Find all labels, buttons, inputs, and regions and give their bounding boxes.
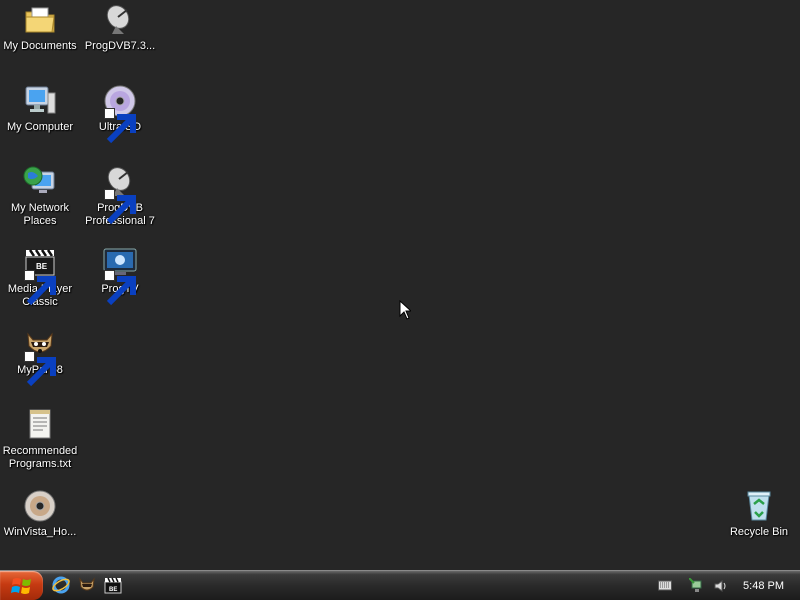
raccoon-icon — [22, 326, 58, 387]
desktop-icon-media-player-classic[interactable]: BE Media Player Classic — [0, 245, 80, 309]
desktop-icon-label: Recycle Bin — [729, 526, 789, 538]
desktop-icon-winvista[interactable]: WinVista_Ho... — [0, 488, 80, 539]
mypal-icon[interactable] — [78, 576, 96, 594]
disc-icon — [102, 83, 138, 144]
start-button[interactable] — [0, 571, 43, 600]
desktop-icon-progdvb73[interactable]: ProgDVB7.3... — [80, 2, 160, 53]
text-file-icon — [22, 407, 58, 443]
desktop-icon-label: My Documents — [3, 40, 77, 52]
satellite-dish-icon — [102, 2, 138, 38]
keyboard-icon[interactable] — [658, 579, 672, 591]
desktop-icon-label: My Computer — [6, 121, 74, 133]
clapperboard-icon: BE — [22, 245, 58, 306]
network-globe-icon — [22, 164, 58, 200]
shortcut-arrow-icon — [24, 270, 56, 306]
quick-launch-bar: BE — [52, 576, 122, 594]
desktop-icon-my-network-places[interactable]: My Network Places — [0, 164, 80, 228]
folder-documents-icon — [22, 2, 58, 38]
satellite-dish-icon — [102, 164, 138, 225]
recycle-bin-icon — [741, 488, 777, 524]
desktop-icon-my-documents[interactable]: My Documents — [0, 2, 80, 53]
shortcut-arrow-icon — [104, 270, 136, 306]
svg-text:BE: BE — [109, 587, 117, 593]
internet-explorer-icon[interactable] — [52, 576, 70, 594]
taskbar: BE 5:48 PM — [0, 570, 800, 600]
taskbar-clock[interactable]: 5:48 PM — [743, 580, 784, 592]
mouse-pointer-icon — [399, 300, 411, 320]
system-tray: 5:48 PM — [689, 571, 800, 600]
desktop: My Documents ProgDVB7.3... My Computer U… — [0, 0, 800, 570]
desktop-icon-recommended-programs[interactable]: Recommended Programs.txt — [0, 407, 80, 471]
desktop-icon-my-computer[interactable]: My Computer — [0, 83, 80, 134]
desktop-icon-progdvb-professional[interactable]: ProgDVB Professional 7 — [80, 164, 160, 228]
windows-logo-icon — [10, 577, 31, 594]
desktop-icon-progtv[interactable]: ProgTV — [80, 245, 160, 306]
desktop-icon-mypal[interactable]: MyPal 68 — [0, 326, 80, 387]
desktop-icon-label: WinVista_Ho... — [3, 526, 77, 538]
desktop-icon-label: My Network Places — [10, 202, 70, 227]
computer-icon — [22, 83, 58, 119]
shortcut-arrow-icon — [104, 108, 136, 144]
shortcut-arrow-icon — [104, 189, 136, 225]
volume-icon[interactable] — [713, 578, 729, 594]
svg-text:BE: BE — [36, 262, 48, 271]
media-player-classic-icon[interactable]: BE — [104, 576, 122, 594]
disc-icon — [22, 488, 58, 524]
desktop-icon-recycle-bin[interactable]: Recycle Bin — [719, 488, 799, 539]
shortcut-arrow-icon — [24, 351, 56, 387]
desktop-icon-label: Recommended Programs.txt — [2, 445, 78, 470]
desktop-icon-label: ProgDVB7.3... — [84, 40, 156, 52]
network-icon[interactable] — [689, 577, 705, 594]
desktop-icon-ultraiso[interactable]: UltraISO — [80, 83, 160, 144]
tv-monitor-icon — [102, 245, 138, 306]
